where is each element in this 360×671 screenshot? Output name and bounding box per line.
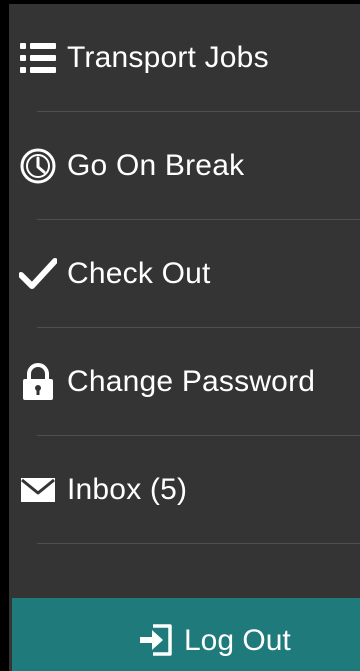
menu-item-transport-jobs[interactable]: Transport Jobs <box>9 4 360 112</box>
logout-button[interactable]: Log Out <box>12 598 360 671</box>
lock-icon <box>19 363 57 401</box>
navigation-drawer: Transport Jobs Go On Break Check Out Cha… <box>9 4 360 671</box>
menu-item-label: Check Out <box>67 257 211 290</box>
checkmark-icon <box>19 255 57 293</box>
clock-icon <box>19 147 57 185</box>
app-frame: Transport Jobs Go On Break Check Out Cha… <box>0 0 360 671</box>
menu-item-label: Change Password <box>67 365 316 398</box>
menu-item-check-out[interactable]: Check Out <box>9 220 360 328</box>
logout-icon <box>137 621 175 659</box>
menu-item-change-password[interactable]: Change Password <box>9 328 360 436</box>
menu-item-inbox[interactable]: Inbox (5) <box>9 436 360 544</box>
window-border-left <box>0 0 9 671</box>
menu-list: Transport Jobs Go On Break Check Out Cha… <box>9 4 360 544</box>
menu-item-label: Transport Jobs <box>67 41 269 74</box>
menu-item-go-on-break[interactable]: Go On Break <box>9 112 360 220</box>
envelope-icon <box>19 471 57 509</box>
menu-item-label: Inbox (5) <box>67 473 188 506</box>
menu-item-label: Go On Break <box>67 149 245 182</box>
menu-divider <box>37 543 360 544</box>
list-icon <box>19 39 57 77</box>
logout-label: Log Out <box>184 624 291 657</box>
